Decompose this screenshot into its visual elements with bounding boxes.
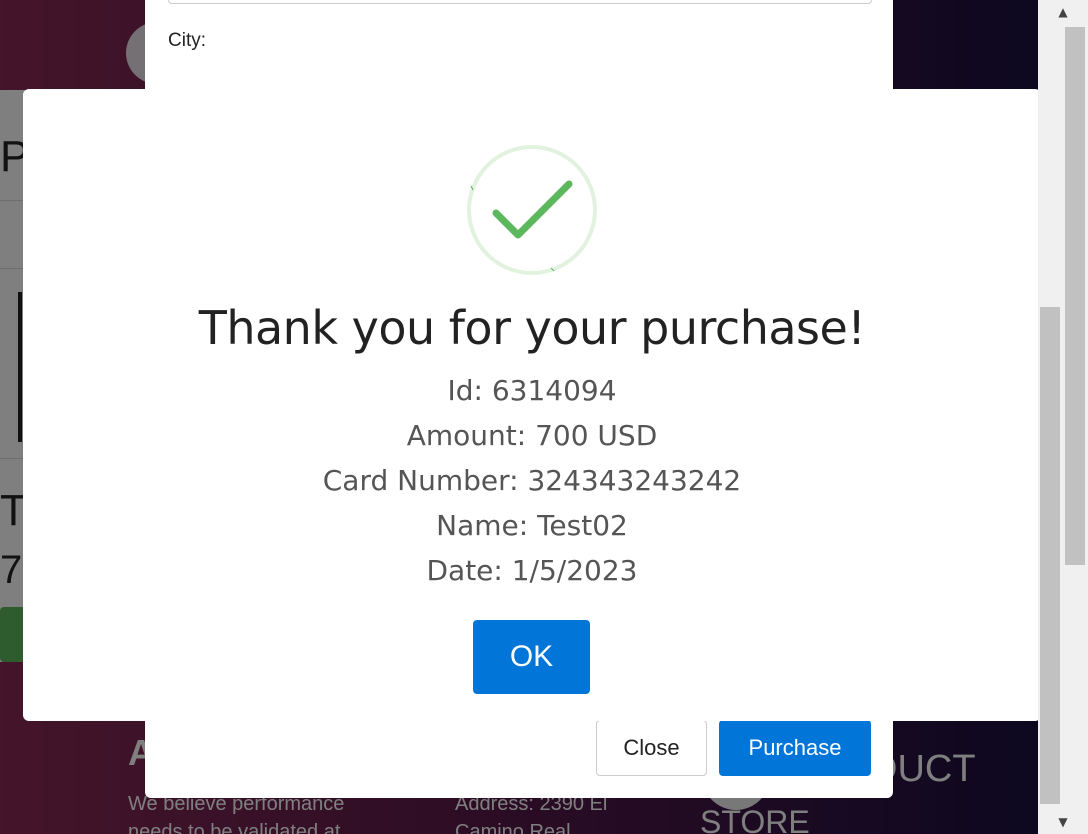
page-scrollbar[interactable]: ▲ ▼ xyxy=(1038,0,1088,834)
alert-title: Thank you for your purchase! xyxy=(198,301,866,355)
scroll-up-icon[interactable]: ▲ xyxy=(1038,2,1088,22)
close-button[interactable]: Close xyxy=(596,720,707,776)
purchase-amount: Amount: 700 USD xyxy=(406,419,658,452)
city-label: City: xyxy=(168,30,206,51)
purchase-success-alert: Thank you for your purchase! Id: 6314094… xyxy=(23,89,1041,721)
checkmark-icon xyxy=(467,145,597,275)
purchase-name: Name: Test02 xyxy=(436,509,628,542)
scroll-down-icon[interactable]: ▼ xyxy=(1038,812,1088,832)
purchase-card-number: Card Number: 324343243242 xyxy=(322,464,742,497)
country-input[interactable] xyxy=(168,0,872,4)
purchase-date: Date: 1/5/2023 xyxy=(426,554,638,587)
scroll-thumb[interactable] xyxy=(1065,27,1085,565)
scroll-thumb[interactable] xyxy=(1040,307,1060,804)
ok-button[interactable]: OK xyxy=(473,620,590,694)
purchase-details: Id: 6314094 Amount: 700 USD Card Number:… xyxy=(23,372,1041,597)
purchase-button[interactable]: Purchase xyxy=(719,720,871,776)
purchase-id: Id: 6314094 xyxy=(447,374,617,407)
